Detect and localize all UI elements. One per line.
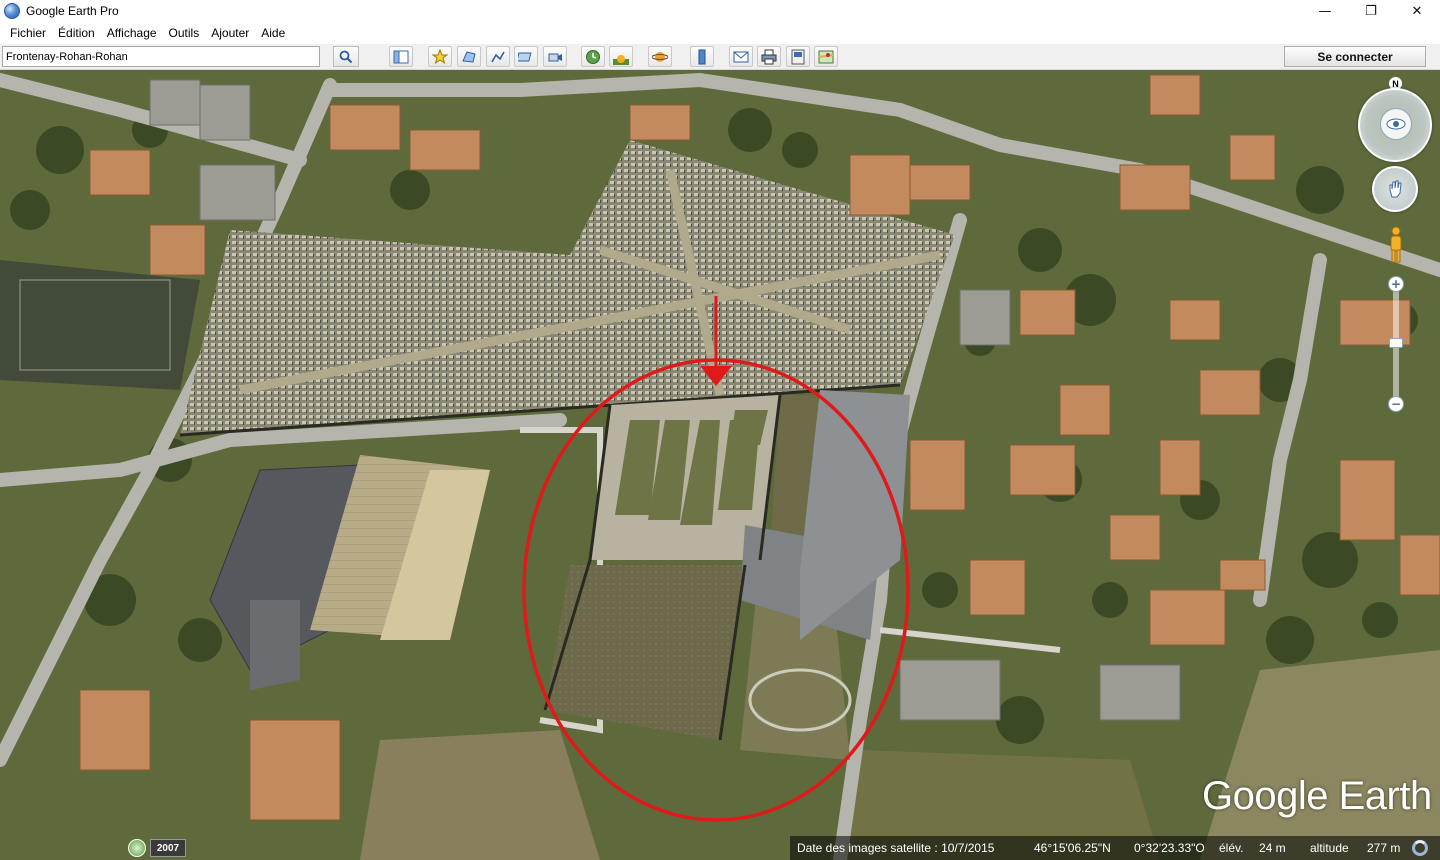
restore-button[interactable]: ❐ <box>1348 0 1394 22</box>
look-eye-button[interactable] <box>1380 108 1412 140</box>
planets-button[interactable] <box>648 46 672 67</box>
imagery-date: Date des images satellite : 10/7/2015 <box>797 841 995 855</box>
print-icon <box>761 49 777 64</box>
add-path-button[interactable] <box>486 46 510 67</box>
menu-ajouter[interactable]: Ajouter <box>205 26 255 40</box>
satellite-imagery <box>0 70 1440 860</box>
google-earth-watermark: Google Earth <box>1202 774 1432 818</box>
menu-bar: Fichier Édition Affichage Outils Ajouter… <box>0 22 1440 44</box>
map-view[interactable]: N + − Google Earth <box>0 70 1440 860</box>
record-tour-button[interactable] <box>543 46 567 67</box>
window-title: Google Earth Pro <box>26 4 119 18</box>
zoom-slider-handle[interactable] <box>1389 338 1403 348</box>
longitude-readout: 0°32'23.33"O <box>1134 841 1205 855</box>
email-icon <box>733 51 749 62</box>
historical-clock-icon[interactable] <box>128 839 146 857</box>
ruler-button[interactable] <box>690 46 714 67</box>
menu-fichier[interactable]: Fichier <box>4 26 52 40</box>
close-button[interactable]: ✕ <box>1394 0 1440 22</box>
google-earth-window: Google Earth Pro — ❐ ✕ Fichier Édition A… <box>0 0 1440 860</box>
view-in-maps-button[interactable] <box>814 46 838 67</box>
pegman-icon[interactable] <box>1388 226 1404 264</box>
sunlight-button[interactable] <box>609 46 633 67</box>
streaming-progress-icon <box>1412 840 1428 856</box>
zoom-in-button[interactable]: + <box>1388 276 1404 292</box>
ruler-icon <box>698 49 706 64</box>
path-icon <box>491 51 505 62</box>
latitude-readout: 46°15'06.25"N <box>1034 841 1111 855</box>
historical-imagery-icon <box>586 49 600 64</box>
google-earth-logo-icon <box>4 3 20 19</box>
elevation-value: 24 m <box>1259 841 1286 855</box>
menu-affichage[interactable]: Affichage <box>101 26 163 40</box>
zoom-out-button[interactable]: − <box>1388 396 1404 412</box>
search-button[interactable] <box>333 46 359 67</box>
altitude-label: altitude <box>1310 841 1349 855</box>
sunlight-icon <box>613 54 629 65</box>
window-controls: — ❐ ✕ <box>1302 0 1440 22</box>
image-overlay-icon <box>518 52 532 61</box>
add-image-overlay-button[interactable] <box>514 46 538 67</box>
menu-outils[interactable]: Outils <box>163 26 206 40</box>
email-button[interactable] <box>729 46 753 67</box>
altitude-value: 277 m <box>1367 841 1401 855</box>
sidebar-toggle-icon <box>393 50 409 63</box>
sign-in-button[interactable]: Se connecter <box>1284 46 1426 67</box>
imagery-year-badge[interactable]: 2007 <box>150 839 186 857</box>
menu-aide[interactable]: Aide <box>255 26 291 40</box>
placemark-icon <box>432 48 448 64</box>
eye-icon <box>1386 118 1406 130</box>
move-control[interactable] <box>1372 166 1418 212</box>
status-bar: 2007 Date des images satellite : 10/7/20… <box>0 836 1440 860</box>
save-image-button[interactable] <box>786 46 810 67</box>
save-image-icon <box>791 49 805 64</box>
polygon-icon <box>462 50 476 63</box>
minimize-button[interactable]: — <box>1302 0 1348 22</box>
sidebar-toggle-button[interactable] <box>389 46 413 67</box>
hand-icon <box>1389 180 1402 198</box>
toolbar: Se connecter <box>0 44 1440 70</box>
title-bar: Google Earth Pro — ❐ ✕ <box>0 0 1440 22</box>
maps-icon <box>818 50 834 63</box>
search-icon <box>339 50 353 63</box>
menu-edition[interactable]: Édition <box>52 26 101 40</box>
add-placemark-button[interactable] <box>428 46 452 67</box>
search-input[interactable] <box>2 46 320 67</box>
elevation-label: élév. <box>1219 841 1244 855</box>
planets-icon <box>652 51 668 62</box>
add-polygon-button[interactable] <box>457 46 481 67</box>
print-button[interactable] <box>757 46 781 67</box>
record-tour-icon <box>548 53 562 61</box>
historical-imagery-button[interactable] <box>581 46 605 67</box>
